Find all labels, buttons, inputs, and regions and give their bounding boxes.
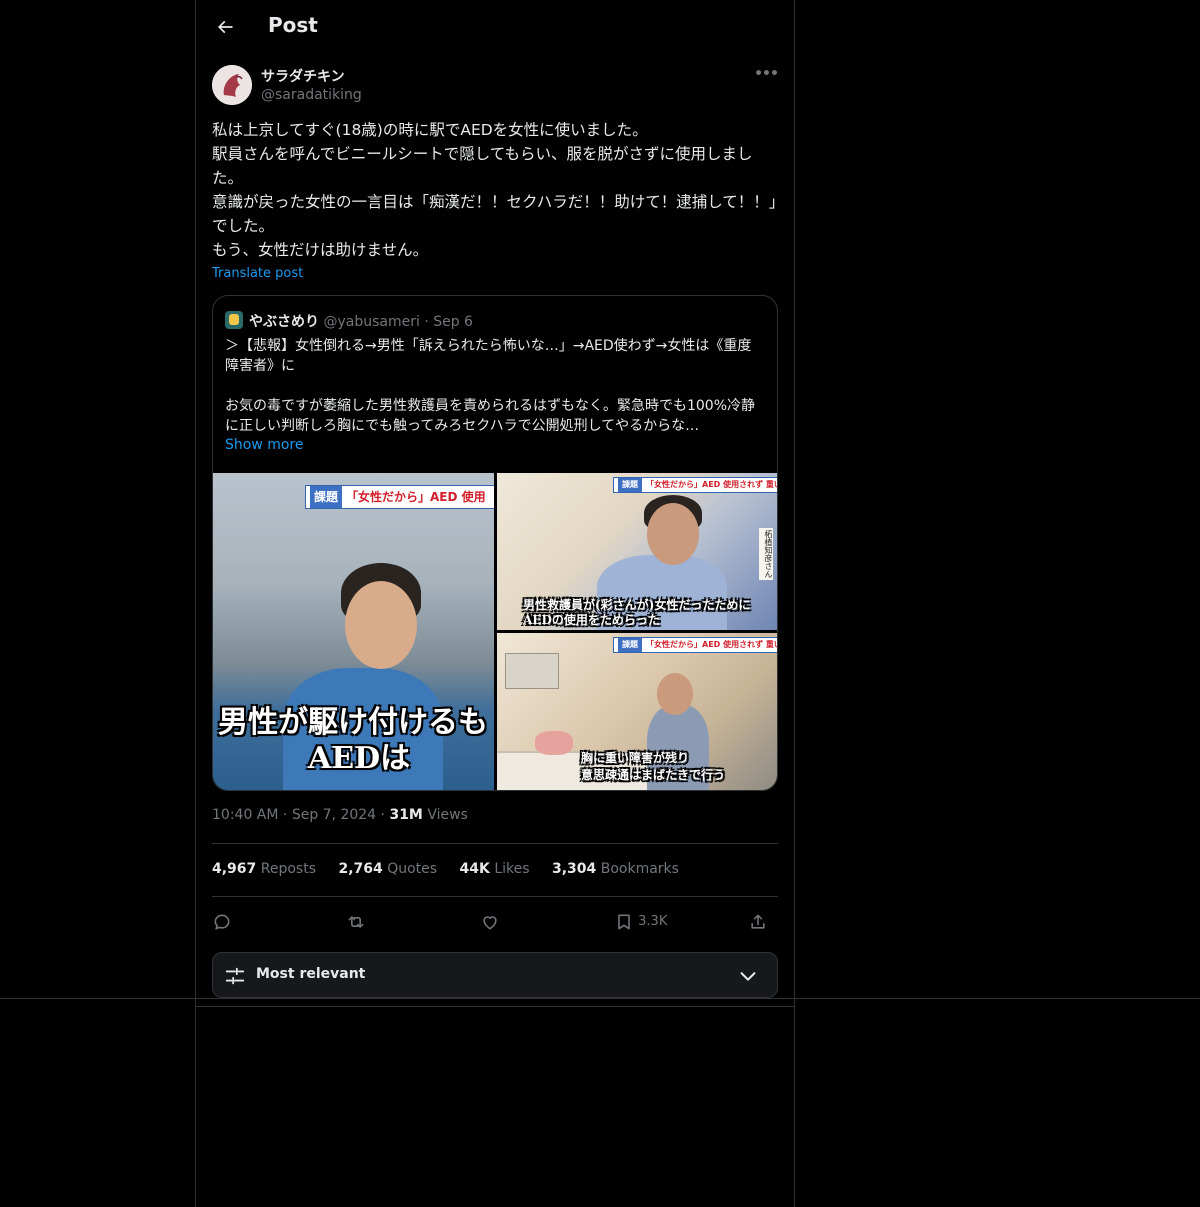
media-image-1[interactable]: 課題 「女性だから」AED 使用 男性が駆け付けるも AEDは (213, 473, 494, 790)
banner-text: 「女性だから」AED 使用されず 重い後遺症 (646, 480, 777, 489)
banner-text: 「女性だから」AED 使用されず 重い後遺症 (646, 640, 777, 649)
show-more-link[interactable]: Show more (225, 437, 304, 453)
like-icon (483, 915, 497, 929)
engagement-stats: 4,967 Reposts 2,764 Quotes 44K Likes 3,3… (212, 861, 697, 877)
media-image-2[interactable]: 課題「女性だから」AED 使用されず 重い後遺症 柘植知彦さん 男性救護員が(彩… (497, 473, 777, 630)
divider (212, 843, 778, 844)
banner-tag: 課題 (310, 486, 343, 508)
bookmarks-stat[interactable]: 3,304 Bookmarks (552, 861, 679, 877)
main-column: Post サラダチキン @saradatiking ••• 私は上京してすぐ(1… (195, 0, 795, 1207)
likes-stat[interactable]: 44K Likes (460, 861, 530, 877)
bookmark-icon (618, 914, 630, 929)
image-banner: 課題「女性だから」AED 使用されず 重い後遺症 (613, 477, 777, 493)
quoted-handle: @yabusameri (323, 314, 420, 330)
banner-tag: 課題 (618, 478, 642, 492)
reply-sort-dropdown[interactable]: Most relevant (212, 952, 778, 998)
reply-icon (214, 914, 230, 929)
more-icon: ••• (754, 66, 779, 82)
image-banner: 課題「女性だから」AED 使用されず 重い後遺症 (613, 637, 777, 653)
name-tag: 柘植知彦さん (759, 528, 773, 580)
post-date[interactable]: Sep 7, 2024 (292, 807, 376, 823)
quoted-text: ＞【悲報】女性倒れる→男性「訴えられたら怖いな…」→AED使わず→女性は《重度障… (225, 338, 756, 434)
post-meta: 10:40 AM · Sep 7, 2024 · 31M Views (212, 807, 468, 823)
bookmark-count: 3.3K (638, 914, 668, 929)
divider (196, 1006, 794, 1007)
banner-text: 「女性だから」AED 使用 (346, 490, 486, 504)
back-button[interactable] (212, 14, 238, 40)
quotes-label: Quotes (387, 861, 438, 877)
image-banner: 課題 「女性だから」AED 使用 (305, 485, 494, 509)
person-face (647, 503, 699, 565)
author-display-name[interactable]: サラダチキン (261, 66, 345, 86)
likes-count: 44K (459, 861, 490, 877)
divider (212, 896, 778, 897)
repost-button[interactable] (346, 908, 366, 936)
meta-separator: · (380, 807, 385, 823)
likes-label: Likes (494, 861, 530, 877)
quotes-stat[interactable]: 2,764 Quotes (338, 861, 437, 877)
reply-button[interactable] (212, 908, 232, 936)
reposts-count: 4,967 (212, 861, 257, 877)
author-handle[interactable]: @saradatiking (261, 87, 362, 103)
quoted-display-name: やぶさめり (249, 314, 319, 330)
person-face (345, 581, 417, 669)
post-time[interactable]: 10:40 AM (212, 807, 278, 823)
back-arrow-icon (217, 20, 233, 34)
translate-post-link[interactable]: Translate post (212, 266, 303, 281)
image-caption: 男性救護員が(彩さんが)女性だったために AEDの使用をためらった (523, 598, 751, 627)
post-author: サラダチキン @saradatiking ••• (212, 64, 779, 108)
reposts-stat[interactable]: 4,967 Reposts (212, 861, 316, 877)
overlay-line (0, 998, 1200, 999)
image-caption: 男性が駆け付けるも AEDは (218, 705, 488, 776)
wall-photo (505, 653, 559, 689)
action-bar: 3.3K (212, 908, 778, 936)
views-count: 31M (389, 807, 423, 823)
quoted-post-header: やぶさめり @yabusameri · Sep 6 (225, 311, 473, 331)
share-icon (751, 914, 765, 929)
quoted-avatar (225, 311, 243, 329)
quotes-count: 2,764 (338, 861, 383, 877)
quoted-separator: · (424, 314, 429, 330)
chevron-down-icon (737, 965, 759, 987)
person-face (657, 673, 693, 715)
meta-separator: · (282, 807, 288, 823)
image-caption: 胸に重い障害が残り 意思疎通はまばたきで行う (581, 751, 726, 782)
more-button[interactable]: ••• (754, 66, 779, 86)
media-image-3[interactable]: 課題「女性だから」AED 使用されず 重い後遺症 胸に重い障害が残り 意思疎通は… (497, 633, 777, 790)
bookmarks-label: Bookmarks (600, 861, 679, 877)
header: Post (196, 0, 794, 55)
banner-tag: 課題 (618, 638, 642, 652)
quoted-date: Sep 6 (433, 314, 473, 330)
post-text: 私は上京してすぐ(18歳)の時に駅でAEDを女性に使いました。 駅員さんを呼んで… (212, 121, 777, 259)
quoted-post[interactable]: やぶさめり @yabusameri · Sep 6 ＞【悲報】女性倒れる→男性「… (212, 295, 778, 791)
bookmarks-count: 3,304 (551, 861, 597, 877)
sliders-icon (224, 965, 246, 987)
avatar[interactable] (212, 65, 252, 105)
repost-icon (348, 915, 364, 928)
sort-label: Most relevant (256, 966, 366, 982)
like-button[interactable] (480, 908, 500, 936)
bookmark-button[interactable]: 3.3K (614, 908, 667, 936)
avatar-image (212, 65, 252, 105)
share-button[interactable] (748, 908, 768, 936)
pillow (535, 731, 573, 755)
reposts-label: Reposts (260, 861, 316, 877)
media-grid: 課題 「女性だから」AED 使用 男性が駆け付けるも AEDは 課題 「女性だから」… (213, 473, 777, 790)
views-label: Views (427, 807, 468, 823)
page-title: Post (268, 13, 318, 37)
